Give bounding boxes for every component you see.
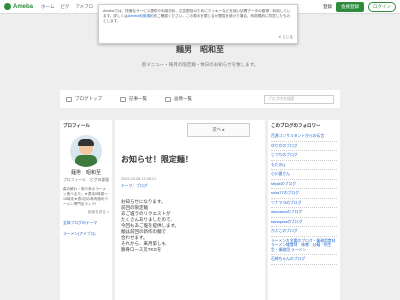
follower-link[interactable]: 小川建さん: [271, 170, 337, 180]
close-notice-button[interactable]: ✕ とじる: [278, 35, 293, 40]
theme-link[interactable]: 全体ブログのテーマ: [63, 221, 109, 226]
follower-link[interactable]: ラーメン大名鑑のブログ・業務用食材 ラーメン雑食材 味噌 炒麺・釣生生・業務用 …: [271, 237, 339, 255]
entry-date: 2022-03-08 12:08:21: [121, 177, 157, 181]
follower-sidebar: このブログのフォロワー 百源コンサルタントからの伝言 ゆりかのブログ じつちのブ…: [268, 120, 340, 300]
more-link[interactable]: 読者を見る >: [63, 210, 109, 215]
top-nav: ホーム ピグ アメブロ: [41, 4, 93, 10]
theme-link-2[interactable]: ラーメン(アメブロ): [63, 232, 109, 237]
follower-link[interactable]: kazuqukaのブログ: [271, 218, 337, 227]
nav-ameblo[interactable]: アメブロ: [75, 4, 93, 10]
nav-pigg[interactable]: ピグ: [60, 4, 69, 10]
follower-link[interactable]: ゆりかのブログ: [271, 142, 337, 151]
follower-link[interactable]: ツナマヨのブログ: [271, 199, 337, 208]
follower-link[interactable]: かぶこのブログ: [271, 227, 337, 237]
nav-label: 記事一覧: [129, 96, 147, 101]
profile-link[interactable]: プロフィール: [63, 178, 86, 183]
follower-link[interactable]: Miyakのブログ: [271, 180, 337, 189]
cookie-notice: Amebaでは、快適なサービス提供や利用分析、広告配信のためにクッキーなどを使い…: [98, 4, 298, 44]
entry-main: お知らせ！限定麺！ 2022-03-08 12:08:21 テーマ：ブログ お知…: [115, 120, 265, 300]
terms-link[interactable]: Ameba利用規約: [128, 14, 154, 18]
list-icon: [120, 96, 126, 102]
follower-link[interactable]: もたのQ: [271, 161, 337, 170]
entry-theme[interactable]: テーマ：ブログ: [121, 184, 259, 189]
pigg-room-link[interactable]: ピグの部屋: [90, 178, 109, 183]
blog-nav: ブログトップ 記事一覧 画像一覧 ブログ内を検索: [60, 90, 340, 108]
nav-entry-list[interactable]: 記事一覧: [120, 96, 147, 102]
follower-link[interactable]: じつちのブログ: [271, 151, 337, 161]
follower-link[interactable]: shiraTTのブログ: [271, 189, 337, 199]
login-link[interactable]: 登録: [323, 4, 332, 10]
blog-header: 麺男 昭和至 新メニュー・毎月の限定麺・休日のお知らせを致します。: [0, 44, 400, 74]
avatar[interactable]: [70, 135, 102, 167]
nav-label: 画像一覧: [174, 96, 192, 101]
profile-name[interactable]: 麺男 昭和至: [63, 169, 109, 176]
follower-link[interactable]: dascakesのブログ: [271, 208, 337, 218]
nav-image-list[interactable]: 画像一覧: [165, 96, 192, 102]
entry-body: お知らせになります。 前回の限定麺 あご塩ラのリクエストが たくさんありましたの…: [121, 199, 259, 253]
image-icon: [165, 96, 171, 102]
profile-heading: プロフィール: [63, 123, 90, 128]
blog-title[interactable]: 麺男 昭和至: [0, 44, 400, 55]
signin-button[interactable]: ログイン: [368, 1, 396, 12]
entry-title[interactable]: お知らせ！限定麺！: [121, 154, 259, 165]
logo-text: Ameba: [13, 3, 34, 10]
ameba-logo[interactable]: Ameba: [4, 3, 33, 10]
signup-button[interactable]: 会員登録: [336, 1, 364, 12]
next-entry-button[interactable]: 次へ ▸: [187, 123, 250, 137]
nav-home[interactable]: ホーム: [41, 4, 54, 10]
follower-heading: このブログのフォロワー: [271, 123, 321, 128]
nav-label: ブログトップ: [75, 96, 102, 101]
nav-blog-top[interactable]: ブログトップ: [66, 96, 102, 102]
profile-sidebar: プロフィール 麺男 昭和至 プロフィール ピグの部屋 森の鮮わ・魚介系のラーメン…: [60, 120, 112, 300]
blog-search-input[interactable]: ブログ内を検索: [264, 94, 334, 104]
body-line: 豚骨ロース叉TKGを: [121, 247, 162, 252]
blog-subtitle: 新メニュー・毎月の限定麺・休日のお知らせを致します。: [141, 62, 259, 67]
follower-link[interactable]: 石神ちゃんのブログ: [271, 255, 337, 265]
profile-description: 森の鮮わ・魚介系のラーメン食べるモ。★週末8時発〜15時迄★週1回の希有極めラー…: [63, 187, 109, 206]
ameba-logo-icon: [4, 3, 11, 10]
home-icon: [66, 96, 72, 102]
follower-link[interactable]: 百源コンサルタントからの伝言: [271, 132, 337, 142]
